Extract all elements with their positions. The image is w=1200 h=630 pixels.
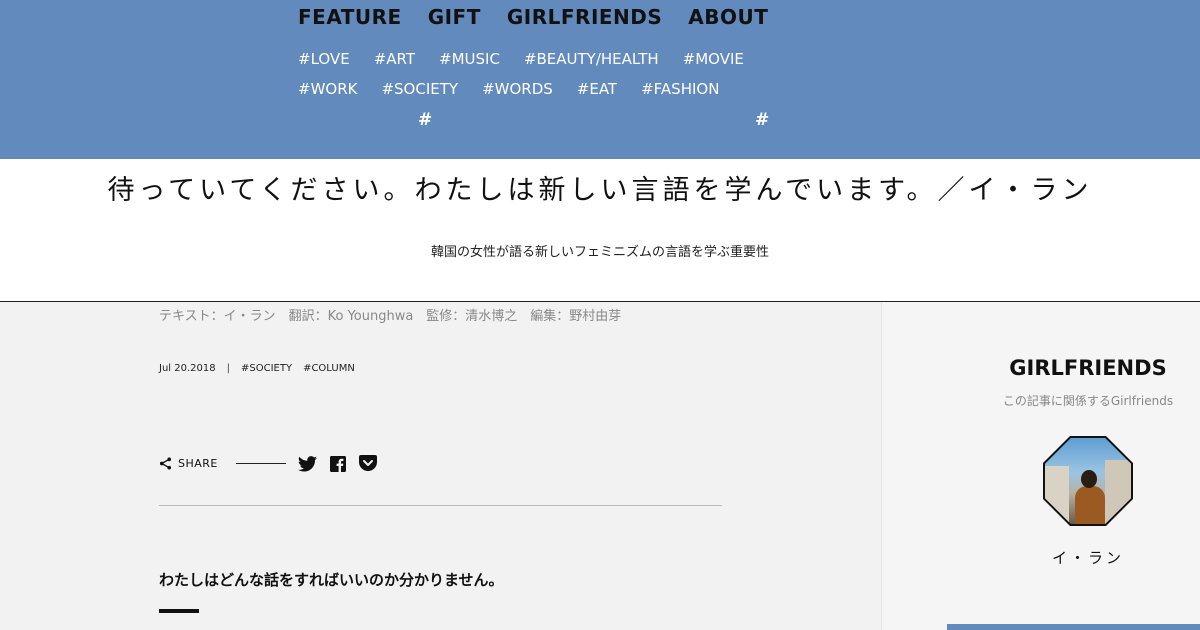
article-tag-column[interactable]: #COLUMN — [303, 363, 355, 374]
sidebar-bottom-bar — [947, 624, 1200, 630]
tag-link-movie[interactable]: #MOVIE — [683, 50, 744, 68]
heading-underline — [159, 609, 199, 613]
article-meta: Jul 20.2018 | #SOCIETY #COLUMN — [159, 363, 366, 374]
tag-link-eat[interactable]: #EAT — [577, 80, 617, 98]
share-label: SHARE — [178, 457, 218, 470]
tag-link-work[interactable]: #WORK — [298, 80, 357, 98]
tag-link-fashion[interactable]: #FASHION — [641, 80, 719, 98]
site-header: FEATURE GIFT GIRLFRIENDS ABOUT #LOVE #AR… — [0, 0, 1200, 159]
article-credits: テキスト：イ・ラン 翻訳：Ko Younghwa 監修：清水博之 編集：野村由芽 — [159, 309, 622, 324]
sidebar-heading: GIRLFRIENDS — [1009, 356, 1167, 380]
nav-gift[interactable]: GIFT — [428, 5, 481, 29]
nav-girlfriends[interactable]: GIRLFRIENDS — [507, 5, 662, 29]
twitter-icon[interactable] — [297, 455, 317, 472]
sidebar-subheading: この記事に関係するGirlfriends — [1002, 394, 1174, 408]
tag-nav-row-2: #WORK #SOCIETY #WORDS #EAT #FASHION — [298, 80, 719, 98]
article-header: 待っていてください。わたしは新しい言語を学んでいます。／イ・ラン 韓国の女性が語… — [0, 159, 1200, 302]
pocket-icon[interactable] — [358, 455, 377, 472]
tag-nav-row-1: #LOVE #ART #MUSIC #BEAUTY/HEALTH #MOVIE — [298, 50, 744, 68]
share-icon — [159, 457, 172, 470]
article-tag-society[interactable]: #SOCIETY — [241, 363, 292, 374]
nav-about[interactable]: ABOUT — [688, 5, 768, 29]
tag-link-art[interactable]: #ART — [374, 50, 415, 68]
article-lead-heading: わたしはどんな話をすればいいのか分かりません。 — [159, 571, 504, 589]
tag-link-music[interactable]: #MUSIC — [439, 50, 500, 68]
girlfriend-name-link[interactable]: イ・ラン — [882, 547, 1200, 568]
tag-link-partial[interactable]: # — [755, 110, 769, 130]
tag-link-beauty-health[interactable]: #BEAUTY/HEALTH — [524, 50, 659, 68]
girlfriend-avatar[interactable] — [1043, 436, 1133, 526]
share-divider-line — [235, 463, 286, 464]
girlfriends-sidebar: GIRLFRIENDS この記事に関係するGirlfriends イ・ラン — [881, 302, 1200, 630]
avatar-photo — [1045, 438, 1131, 524]
nav-feature[interactable]: FEATURE — [298, 5, 402, 29]
tag-link-love[interactable]: #LOVE — [298, 50, 350, 68]
publish-date: Jul 20.2018 — [159, 363, 216, 374]
article-title: 待っていてください。わたしは新しい言語を学んでいます。／イ・ラン — [107, 175, 1093, 206]
main-nav: FEATURE GIFT GIRLFRIENDS ABOUT — [298, 5, 768, 29]
share-bar: SHARE — [159, 455, 390, 472]
tag-link-words[interactable]: #WORDS — [482, 80, 553, 98]
content-divider — [159, 505, 722, 506]
meta-separator: | — [226, 363, 230, 374]
article-subtitle: 韓国の女性が語る新しいフェミニズムの言語を学ぶ重要性 — [430, 245, 769, 260]
facebook-icon[interactable] — [329, 455, 346, 472]
tag-link-partial[interactable]: # — [418, 110, 432, 130]
tag-link-society[interactable]: #SOCIETY — [381, 80, 458, 98]
